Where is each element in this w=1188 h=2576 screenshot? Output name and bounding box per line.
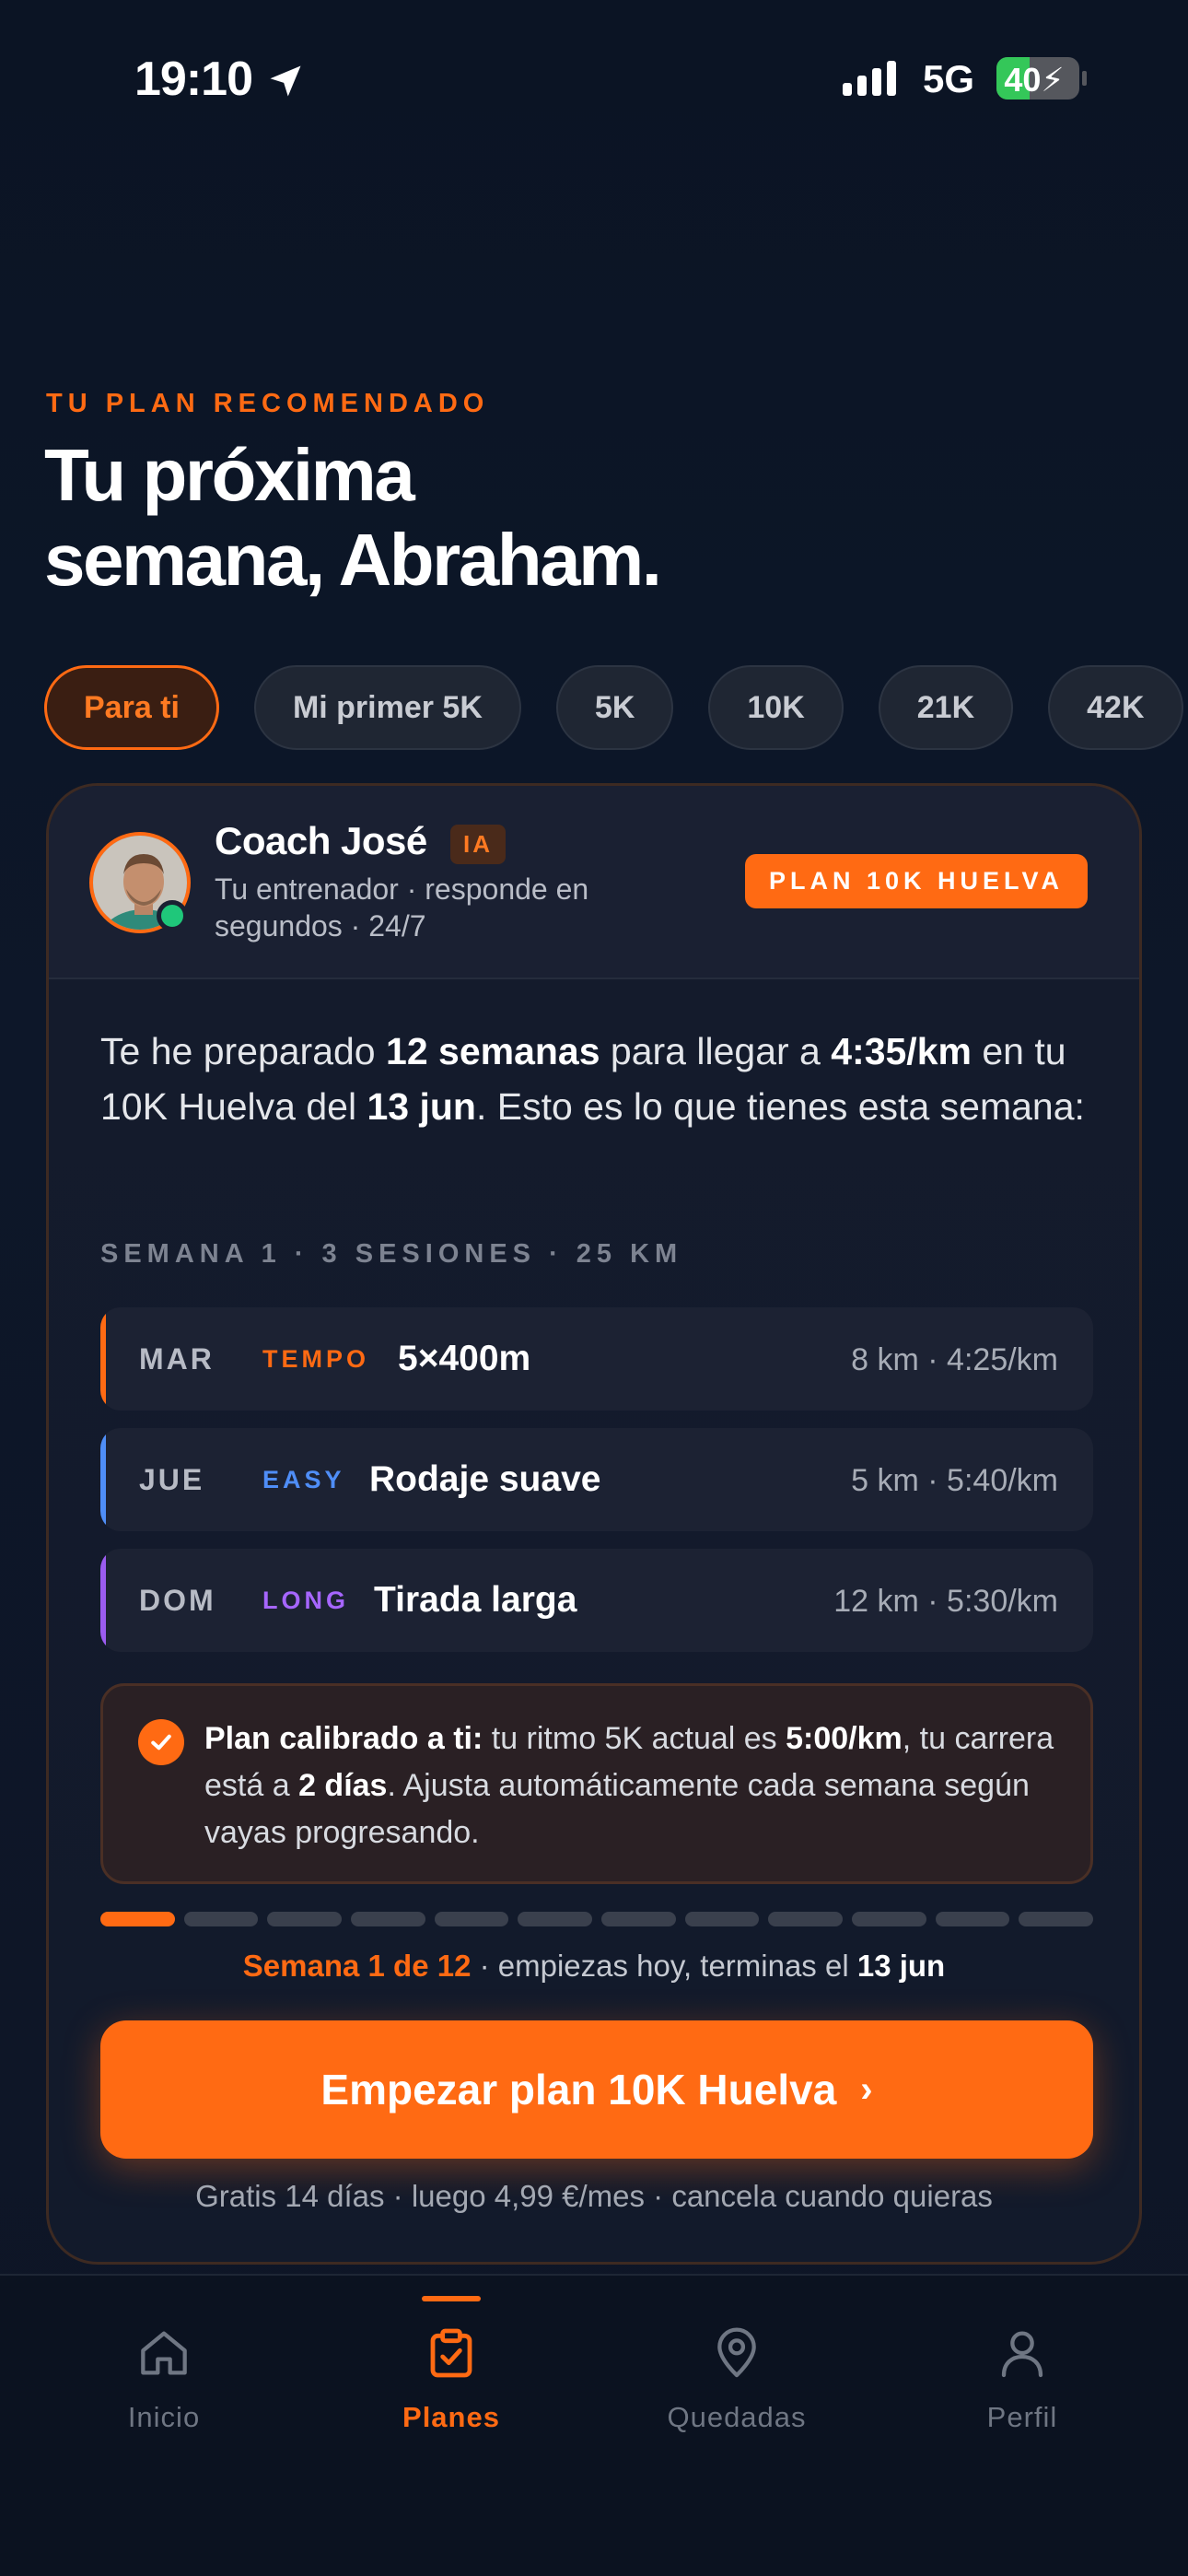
plan-badge: PLAN 10K HUELVA [745, 854, 1089, 908]
session-name: 5×400m [398, 1339, 531, 1378]
tab-inicio[interactable]: Inicio [26, 2276, 302, 2460]
coach-message-text: . Esto es lo que tienes esta semana: [475, 1085, 1085, 1128]
session-name: Rodaje suave [369, 1459, 601, 1499]
battery-charging-icon: 40⚡ [996, 57, 1079, 100]
bolt-icon: ⚡ [1041, 61, 1065, 99]
tab-perfil[interactable]: Perfil [884, 2276, 1160, 2460]
section-eyebrow: TU PLAN RECOMENDADO [46, 389, 490, 418]
progress-segment [518, 1912, 593, 1926]
session-day: MAR [139, 1342, 215, 1376]
chip-21k[interactable]: 21K [878, 665, 1014, 750]
clipboard-check-icon [430, 2328, 472, 2378]
tab-planes[interactable]: Planes [313, 2276, 589, 2460]
online-status-dot [157, 900, 188, 931]
battery-percent: 40 [1004, 61, 1042, 99]
plan-progress-bar [100, 1912, 1094, 1926]
plan-card: Coach José IA Tu entrenador · responde e… [46, 783, 1142, 2265]
calibration-notice: Plan calibrado a ti: tu ritmo 5K actual … [100, 1683, 1093, 1884]
session-day: JUE [139, 1463, 205, 1496]
status-bar: 19:10 5G 40⚡ [0, 0, 1188, 157]
session-row[interactable]: JUE EASY Rodaje suave 5 km · 5:40/km [100, 1428, 1093, 1531]
coach-subtitle: Tu entrenador · responde en segundos · 2… [215, 872, 589, 943]
session-distance-pace: 12 km · 5:30/km [833, 1584, 1058, 1619]
tab-label: Quedadas [667, 2401, 807, 2433]
progress-segment [852, 1912, 926, 1926]
battery-cap [1082, 71, 1087, 86]
session-type: LONG [262, 1587, 349, 1614]
chip-para-ti[interactable]: Para ti [44, 665, 219, 750]
progress-segment [684, 1912, 760, 1926]
session-color-bar [100, 1428, 106, 1531]
status-time: 19:10 [134, 53, 253, 106]
start-plan-button[interactable]: Empezar plan 10K Huelva › [100, 2020, 1093, 2159]
progress-caption: Semana 1 de 12 · empiezas hoy, terminas … [49, 1949, 1139, 1984]
calibration-text-part: tu ritmo 5K actual es [483, 1721, 786, 1756]
tab-label: Perfil [986, 2401, 1058, 2433]
start-plan-button-label: Empezar plan 10K Huelva [320, 2066, 837, 2113]
session-day: DOM [139, 1584, 216, 1617]
progress-segment [183, 1912, 259, 1926]
signal-icon [843, 61, 896, 96]
home-icon [141, 2331, 187, 2375]
chip-42k[interactable]: 42K [1048, 665, 1183, 750]
chevron-right-icon: › [860, 2068, 873, 2110]
session-row[interactable]: DOM LONG Tirada larga 12 km · 5:30/km [100, 1549, 1093, 1652]
page-title-line-2: semana, Abraham. [44, 519, 662, 601]
progress-end-date: 13 jun [856, 1949, 946, 1983]
session-color-bar [100, 1549, 106, 1652]
tab-quedadas[interactable]: Quedadas [599, 2276, 875, 2460]
progress-segment [434, 1912, 509, 1926]
pricing-note: Gratis 14 días · luego 4,99 €/mes · canc… [195, 2179, 993, 2213]
tab-bar: Inicio Planes Quedadas Perfil [0, 2274, 1188, 2576]
session-distance-pace: 5 km · 5:40/km [851, 1463, 1058, 1498]
progress-week: Semana 1 de 12 [242, 1949, 472, 1983]
calibration-text: Plan calibrado a ti: tu ritmo 5K actual … [204, 1715, 1070, 1856]
coach-message-text: para llegar a [600, 1030, 832, 1072]
coach-message: Te he preparado 12 semanas para llegar a… [100, 1024, 1113, 1134]
coach-name: Coach José [215, 819, 427, 862]
plan-filter-chips: Para ti Mi primer 5K 5K 10K 21K 42K [44, 665, 1188, 750]
progress-text: · empiezas hoy, terminas el [471, 1949, 857, 1983]
coach-header: Coach José IA Tu entrenador · responde e… [49, 786, 1139, 979]
progress-segment [351, 1912, 425, 1926]
progress-segment [768, 1912, 844, 1926]
coach-message-target-pace: 4:35/km [831, 1030, 972, 1072]
session-name: Tirada larga [374, 1580, 577, 1620]
chip-5k[interactable]: 5K [555, 665, 674, 750]
user-icon [1001, 2331, 1043, 2378]
chip-mi-primer-5k[interactable]: Mi primer 5K [253, 665, 521, 750]
progress-segment [935, 1912, 1010, 1926]
coach-message-text: Te he preparado [100, 1030, 387, 1072]
map-pin-icon [717, 2327, 756, 2378]
network-type: 5G [923, 57, 975, 100]
progress-segment [267, 1912, 343, 1926]
tab-label: Inicio [127, 2401, 201, 2433]
tab-label: Planes [402, 2401, 500, 2433]
progress-segment [100, 1912, 175, 1926]
ai-badge: IA [450, 825, 506, 864]
progress-segment [601, 1912, 676, 1926]
week-summary-label: SEMANA 1 · 3 SESIONES · 25 KM [100, 1239, 683, 1269]
page-title-line-1: Tu próxima [44, 434, 415, 516]
session-type: TEMPO [262, 1345, 370, 1373]
session-type: EASY [262, 1466, 345, 1493]
session-color-bar [100, 1307, 106, 1411]
progress-segment [1019, 1912, 1094, 1926]
coach-message-weeks: 12 semanas [386, 1030, 600, 1072]
active-tab-indicator [422, 2296, 481, 2301]
screen: 19:10 5G 40⚡ TU PLAN RECOMENDADO Tu próx… [0, 0, 1188, 2576]
session-row[interactable]: MAR TEMPO 5×400m 8 km · 4:25/km [100, 1307, 1093, 1411]
page-title: Tu próxima semana, Abraham. [44, 433, 1057, 603]
calibration-title: Plan calibrado a ti: [204, 1721, 483, 1756]
calibration-current-pace: 5:00/km [786, 1721, 903, 1756]
calibration-days-to-race: 2 días [298, 1768, 388, 1803]
location-arrow-icon [270, 65, 301, 97]
check-icon [138, 1719, 184, 1765]
session-distance-pace: 8 km · 4:25/km [851, 1342, 1058, 1377]
chip-10k[interactable]: 10K [708, 665, 844, 750]
coach-message-race-date: 13 jun [367, 1085, 476, 1128]
